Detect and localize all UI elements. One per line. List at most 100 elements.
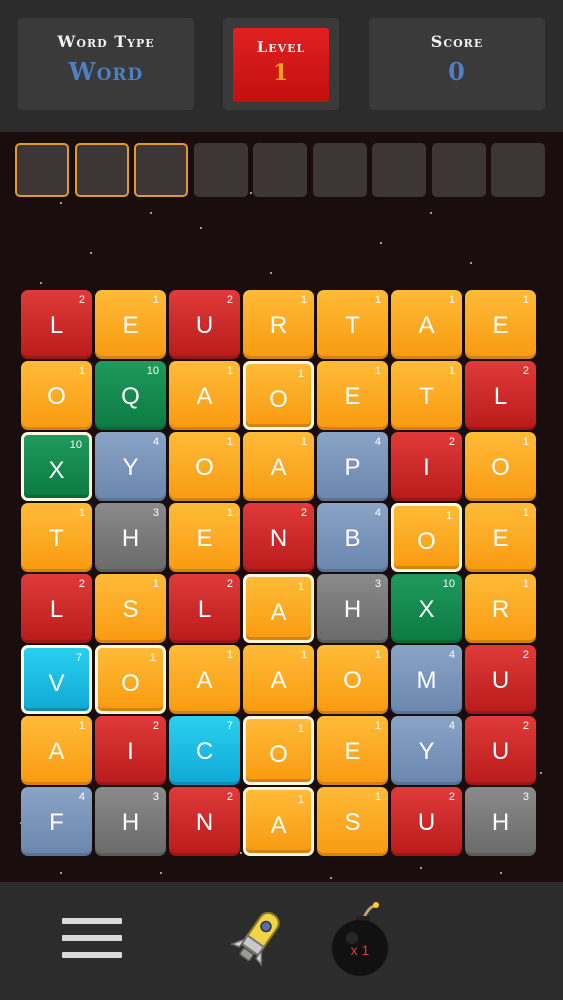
letter-tile[interactable]: O1 bbox=[21, 361, 92, 430]
tile-points: 3 bbox=[374, 578, 381, 590]
letter-tile[interactable]: F4 bbox=[21, 787, 92, 856]
score-value: 0 bbox=[448, 57, 466, 86]
letter-tile[interactable]: H3 bbox=[317, 574, 388, 643]
tile-letter: N bbox=[195, 809, 214, 836]
letter-tile[interactable]: L2 bbox=[21, 290, 92, 359]
letter-tile[interactable]: Q 10 bbox=[95, 361, 166, 430]
tile-points: 1 bbox=[522, 578, 529, 590]
tile-letter: A bbox=[270, 599, 287, 626]
letter-tile[interactable]: A1 bbox=[243, 645, 314, 714]
tile-points: 4 bbox=[152, 436, 159, 448]
tile-points: 1 bbox=[522, 507, 529, 519]
letter-tile[interactable]: U2 bbox=[169, 290, 240, 359]
letter-tile[interactable]: L2 bbox=[21, 574, 92, 643]
letter-tile[interactable]: S1 bbox=[317, 787, 388, 856]
tile-points: 1 bbox=[448, 365, 455, 377]
letter-tile[interactable]: E1 bbox=[317, 716, 388, 785]
tile-letter: A bbox=[270, 454, 287, 481]
letter-tile[interactable]: U2 bbox=[465, 716, 536, 785]
word-slots bbox=[15, 143, 550, 199]
letter-tile[interactable]: M4 bbox=[391, 645, 462, 714]
tile-letter: E bbox=[344, 383, 361, 410]
letter-tile[interactable]: Y4 bbox=[95, 432, 166, 501]
tile-letter: C bbox=[195, 738, 214, 765]
tile-points: 1 bbox=[149, 652, 156, 664]
tile-points: 1 bbox=[226, 649, 233, 661]
bomb-powerup-icon[interactable] bbox=[324, 898, 396, 978]
tile-points: 2 bbox=[152, 720, 159, 732]
star-dot bbox=[430, 212, 432, 214]
letter-tile[interactable]: B4 bbox=[317, 503, 388, 572]
letter-tile[interactable]: A1 bbox=[391, 290, 462, 359]
letter-tile[interactable]: R1 bbox=[465, 574, 536, 643]
star-dot bbox=[60, 202, 62, 204]
letter-board: L 2 E 1 U 2 R 1 T 1 A 1 E 1 O 1 Q 10 A 1 O 1 E 1 T 1 L 2 X 10 Y 4 O 1 A 1 P 4… bbox=[21, 290, 540, 860]
letter-tile[interactable]: N2 bbox=[243, 503, 314, 572]
letter-tile[interactable]: A1 bbox=[243, 574, 314, 643]
rocket-powerup-icon[interactable] bbox=[218, 898, 298, 978]
letter-tile[interactable]: I2 bbox=[391, 432, 462, 501]
letter-tile[interactable]: N2 bbox=[169, 787, 240, 856]
tile-letter: L bbox=[49, 596, 64, 623]
hamburger-menu-icon[interactable] bbox=[62, 918, 122, 966]
letter-tile[interactable]: H3 bbox=[95, 787, 166, 856]
letter-tile[interactable]: U2 bbox=[391, 787, 462, 856]
letter-tile[interactable]: X 10 bbox=[21, 432, 92, 501]
letter-tile[interactable]: A1 bbox=[243, 432, 314, 501]
tile-letter: Y bbox=[418, 738, 435, 765]
tile-points: 4 bbox=[448, 649, 455, 661]
letter-tile[interactable]: E1 bbox=[169, 503, 240, 572]
letter-tile[interactable]: E1 bbox=[465, 503, 536, 572]
letter-tile[interactable]: H3 bbox=[465, 787, 536, 856]
letter-tile[interactable]: L2 bbox=[169, 574, 240, 643]
letter-tile[interactable]: V7 bbox=[21, 645, 92, 714]
tile-letter: X bbox=[48, 457, 65, 484]
letter-tile[interactable]: L2 bbox=[465, 361, 536, 430]
tile-letter: R bbox=[269, 312, 288, 339]
tile-points: 2 bbox=[448, 436, 455, 448]
tile-letter: H bbox=[491, 809, 510, 836]
letter-tile[interactable]: E1 bbox=[465, 290, 536, 359]
star-dot bbox=[160, 872, 162, 874]
tile-letter: E bbox=[344, 738, 361, 765]
letter-tile[interactable]: A1 bbox=[169, 645, 240, 714]
letter-tile[interactable]: O1 bbox=[243, 716, 314, 785]
letter-tile[interactable]: A1 bbox=[243, 787, 314, 856]
tile-points: 3 bbox=[152, 791, 159, 803]
letter-tile[interactable]: X 10 bbox=[391, 574, 462, 643]
tile-letter: E bbox=[122, 312, 139, 339]
letter-tile[interactable]: T1 bbox=[391, 361, 462, 430]
letter-tile[interactable]: E1 bbox=[317, 361, 388, 430]
tile-points: 3 bbox=[152, 507, 159, 519]
tile-points: 2 bbox=[522, 720, 529, 732]
letter-tile[interactable]: A1 bbox=[169, 361, 240, 430]
letter-tile[interactable]: P4 bbox=[317, 432, 388, 501]
letter-tile[interactable]: O1 bbox=[95, 645, 166, 714]
letter-tile[interactable]: Y4 bbox=[391, 716, 462, 785]
letter-tile[interactable]: O1 bbox=[317, 645, 388, 714]
letter-tile[interactable]: U2 bbox=[465, 645, 536, 714]
letter-tile[interactable]: R1 bbox=[243, 290, 314, 359]
letter-tile[interactable]: A1 bbox=[21, 716, 92, 785]
letter-tile[interactable]: C7 bbox=[169, 716, 240, 785]
tile-points: 4 bbox=[374, 436, 381, 448]
letter-tile[interactable]: O1 bbox=[391, 503, 462, 572]
tile-letter: A bbox=[270, 812, 287, 839]
letter-tile[interactable]: E1 bbox=[95, 290, 166, 359]
tile-points: 2 bbox=[522, 365, 529, 377]
letter-tile[interactable]: O1 bbox=[243, 361, 314, 430]
star-dot bbox=[330, 877, 332, 879]
tile-letter: H bbox=[121, 525, 140, 552]
letter-tile[interactable]: H3 bbox=[95, 503, 166, 572]
letter-tile[interactable]: I2 bbox=[95, 716, 166, 785]
tile-points: 2 bbox=[448, 791, 455, 803]
word-slot bbox=[253, 143, 307, 197]
tile-points: 1 bbox=[226, 507, 233, 519]
letter-tile[interactable]: T1 bbox=[21, 503, 92, 572]
letter-tile[interactable]: T1 bbox=[317, 290, 388, 359]
letter-tile[interactable]: O1 bbox=[169, 432, 240, 501]
word-slot bbox=[74, 143, 129, 197]
letter-tile[interactable]: S1 bbox=[95, 574, 166, 643]
letter-tile[interactable]: O1 bbox=[465, 432, 536, 501]
bomb-count: x 1 bbox=[350, 942, 370, 958]
